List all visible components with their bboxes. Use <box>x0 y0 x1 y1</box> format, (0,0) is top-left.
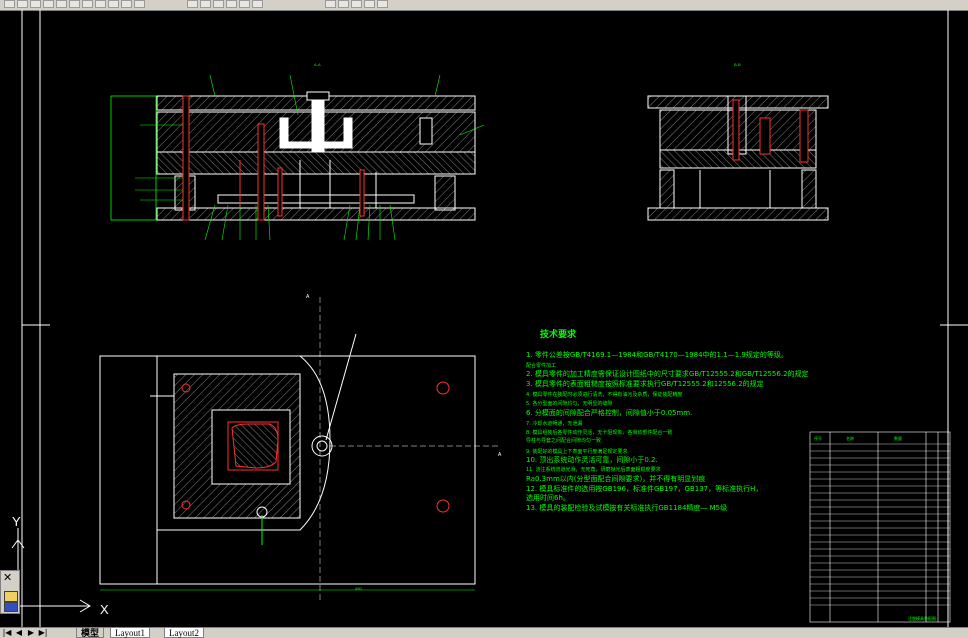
layout-tab-bar: |◀ ◀ ▶ ▶| 模型 Layout1 Layout2 <box>0 627 968 638</box>
redo-icon[interactable] <box>134 0 145 8</box>
note-line: 7. 冷却水道畅通，无泄漏 <box>526 420 582 427</box>
copy-icon[interactable] <box>82 0 93 8</box>
note-line: 2. 模具零件的加工精度需保证设计图纸中的尺寸要求GB/T12555.2和GB/… <box>526 369 809 378</box>
preview-icon[interactable] <box>56 0 67 8</box>
note-line: 12. 模具标准件的选用按GB196，标准件GB197，GB137，等标准执行H… <box>526 484 762 493</box>
plan-view <box>99 297 500 600</box>
note-line: 4. 模具零件在装配时必须进行清洗，不得有油污及杂质，保证装配精度 <box>526 391 682 398</box>
top-label: A <box>306 294 310 300</box>
dim-bottom: 450 <box>355 586 362 591</box>
note-line: 13. 模具的装配检验及试模按有关标准执行GB1184精度— M5级 <box>526 503 727 512</box>
zoom-window-icon[interactable] <box>213 0 224 8</box>
side-section-view <box>647 95 829 221</box>
note-line: 3. 模具零件的表面粗糙度按照标准要求执行GB/T12555.2和12556.2… <box>526 379 764 388</box>
note-line: 导柱与导套之间配合间隙均匀一致 <box>526 437 601 444</box>
model-space-canvas[interactable]: A-A B-B 450 A A 技术要求 1. 零件公差按GB/T4169.1—… <box>0 10 968 627</box>
section-label-side: B-B <box>734 62 741 67</box>
save-icon[interactable] <box>30 0 41 8</box>
note-line: 11. 浇注系统流道光滑，无死角，研磨抛光后表面粗糙度要求 <box>526 466 661 473</box>
new-icon[interactable] <box>4 0 15 8</box>
paste-icon[interactable] <box>95 0 106 8</box>
ucs-x-label: X <box>100 602 109 617</box>
zoom-realtime-icon[interactable] <box>200 0 211 8</box>
ucs-icon <box>11 528 91 613</box>
note-line: 9. 装配好的模具上下表面平行度满足规定要求 <box>526 448 627 455</box>
technical-notes: 技术要求 1. 零件公差按GB/T4169.1—1984和GB/T4170—19… <box>526 328 809 512</box>
sheet-set-icon[interactable] <box>338 0 349 8</box>
tb-header-qty: 数量 <box>894 435 902 441</box>
markup-icon[interactable] <box>351 0 362 8</box>
tool-palettes-icon[interactable] <box>325 0 336 8</box>
design-center-icon[interactable] <box>252 0 263 8</box>
ucs-y-label: Y <box>12 514 21 529</box>
note-line: 6. 分模面的间隙配合严格控制，间隙值小于0.05mm. <box>526 408 692 417</box>
layer-icon[interactable] <box>4 602 18 612</box>
tb-header-name: 名称 <box>846 435 854 441</box>
note-line: 配合零件加工 <box>526 362 556 369</box>
cut-icon[interactable] <box>69 0 80 8</box>
zoom-previous-icon[interactable] <box>226 0 237 8</box>
pan-icon[interactable] <box>187 0 198 8</box>
note-line: 10. 顶出系统动作灵活可靠，间隙小于0.2. <box>526 455 658 464</box>
undo-icon[interactable] <box>121 0 132 8</box>
properties-icon[interactable] <box>4 591 18 602</box>
tool-palette[interactable]: ✕ <box>0 570 20 614</box>
note-line: Ra0.3mm以内(分型面配合间隙要求)，并不得有明显划痕 <box>526 474 705 483</box>
section-label-main: A-A <box>314 62 321 67</box>
right-label: A <box>498 452 502 458</box>
tb-header-no: 序号 <box>814 435 822 441</box>
close-icon[interactable]: ✕ <box>3 572 12 583</box>
note-line: 8. 模具组装后各零件动作灵活，无卡阻现象，各滑动部件配合一致 <box>526 429 672 436</box>
notes-title: 技术要求 <box>540 328 577 340</box>
note-line: 选用时间6h。 <box>526 493 570 502</box>
match-properties-icon[interactable] <box>108 0 119 8</box>
help-icon[interactable] <box>377 0 388 8</box>
tb-footer: 注塑模具装配图 <box>908 615 936 621</box>
calculator-icon[interactable] <box>364 0 375 8</box>
note-line: 1. 零件公差按GB/T4169.1—1984和GB/T4170—1984中的1… <box>526 350 788 359</box>
properties-icon[interactable] <box>239 0 250 8</box>
plot-icon[interactable] <box>43 0 54 8</box>
parts-list-rows <box>810 443 950 606</box>
note-line: 5. 各分型面的间隙均匀，无明显的缝隙 <box>526 400 612 407</box>
main-section-view <box>110 91 476 221</box>
parts-list-table <box>809 431 951 623</box>
open-icon[interactable] <box>17 0 28 8</box>
